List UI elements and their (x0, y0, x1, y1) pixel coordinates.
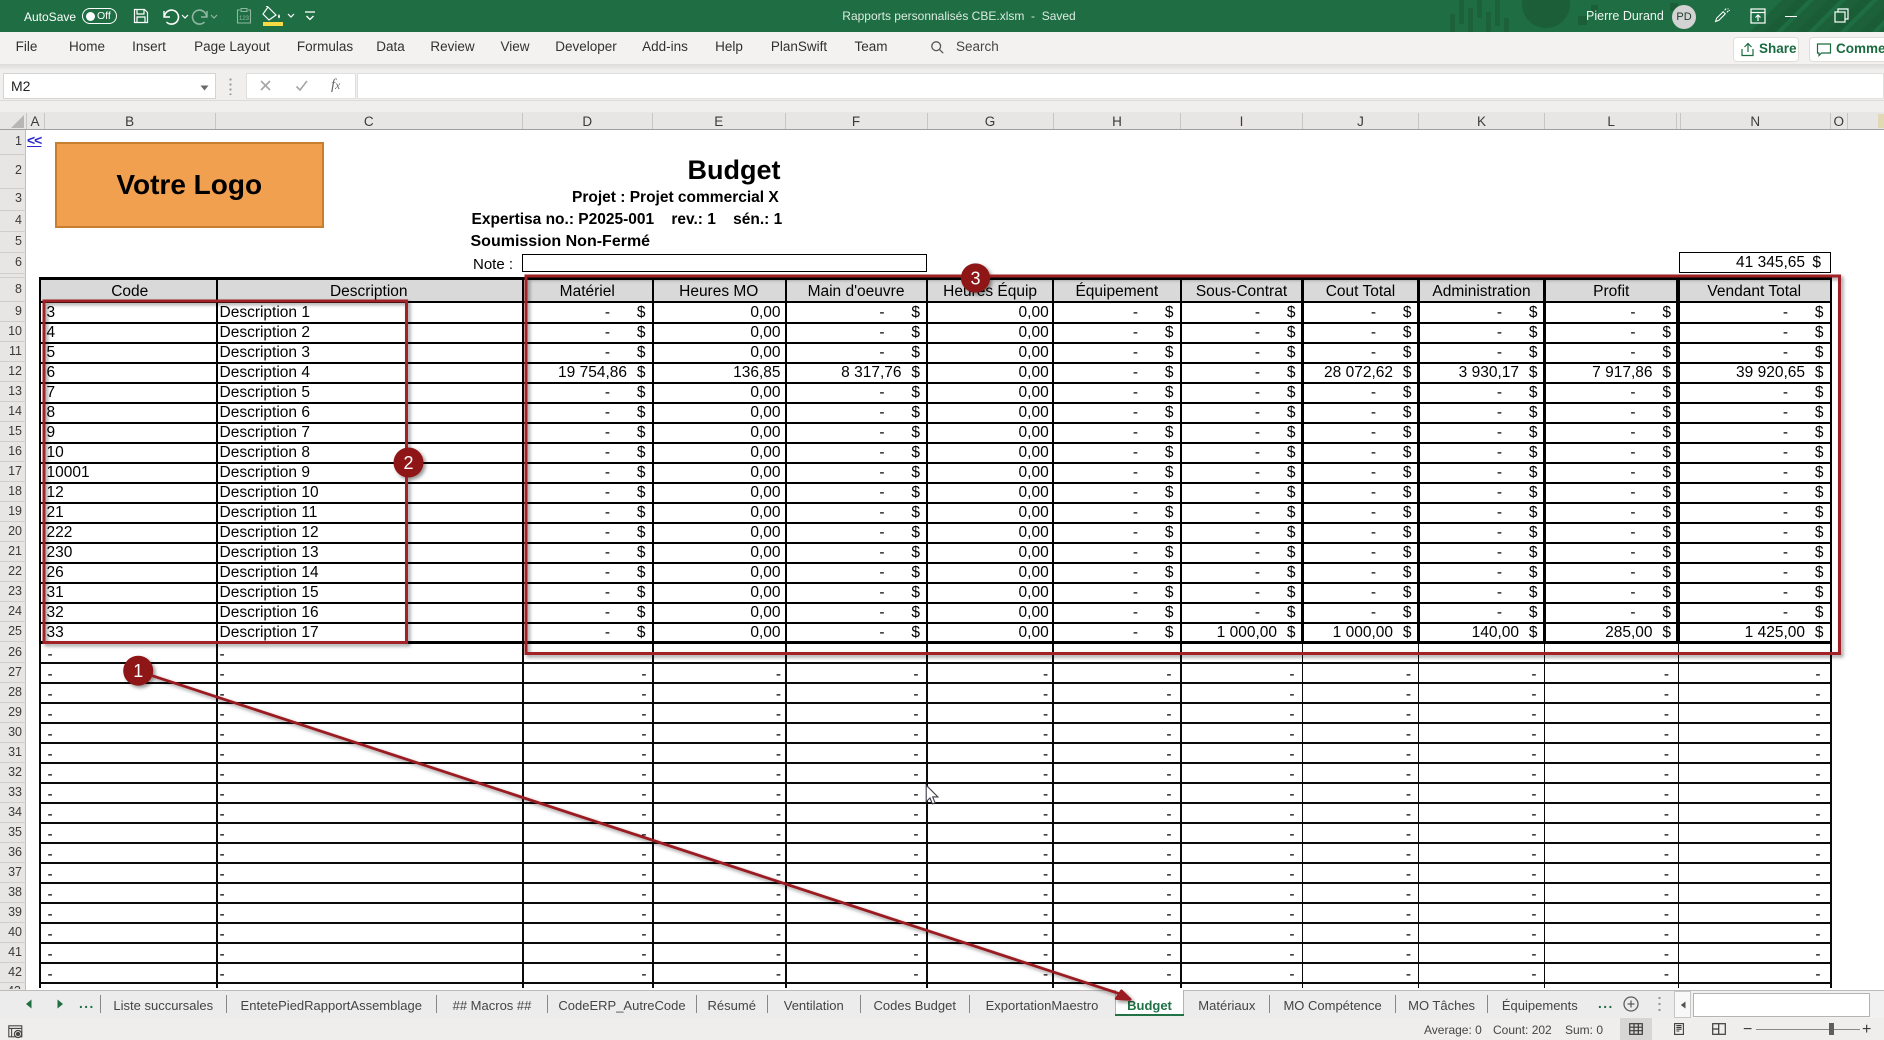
svg-text:123: 123 (239, 16, 250, 22)
svg-text:1: 1 (133, 661, 143, 681)
